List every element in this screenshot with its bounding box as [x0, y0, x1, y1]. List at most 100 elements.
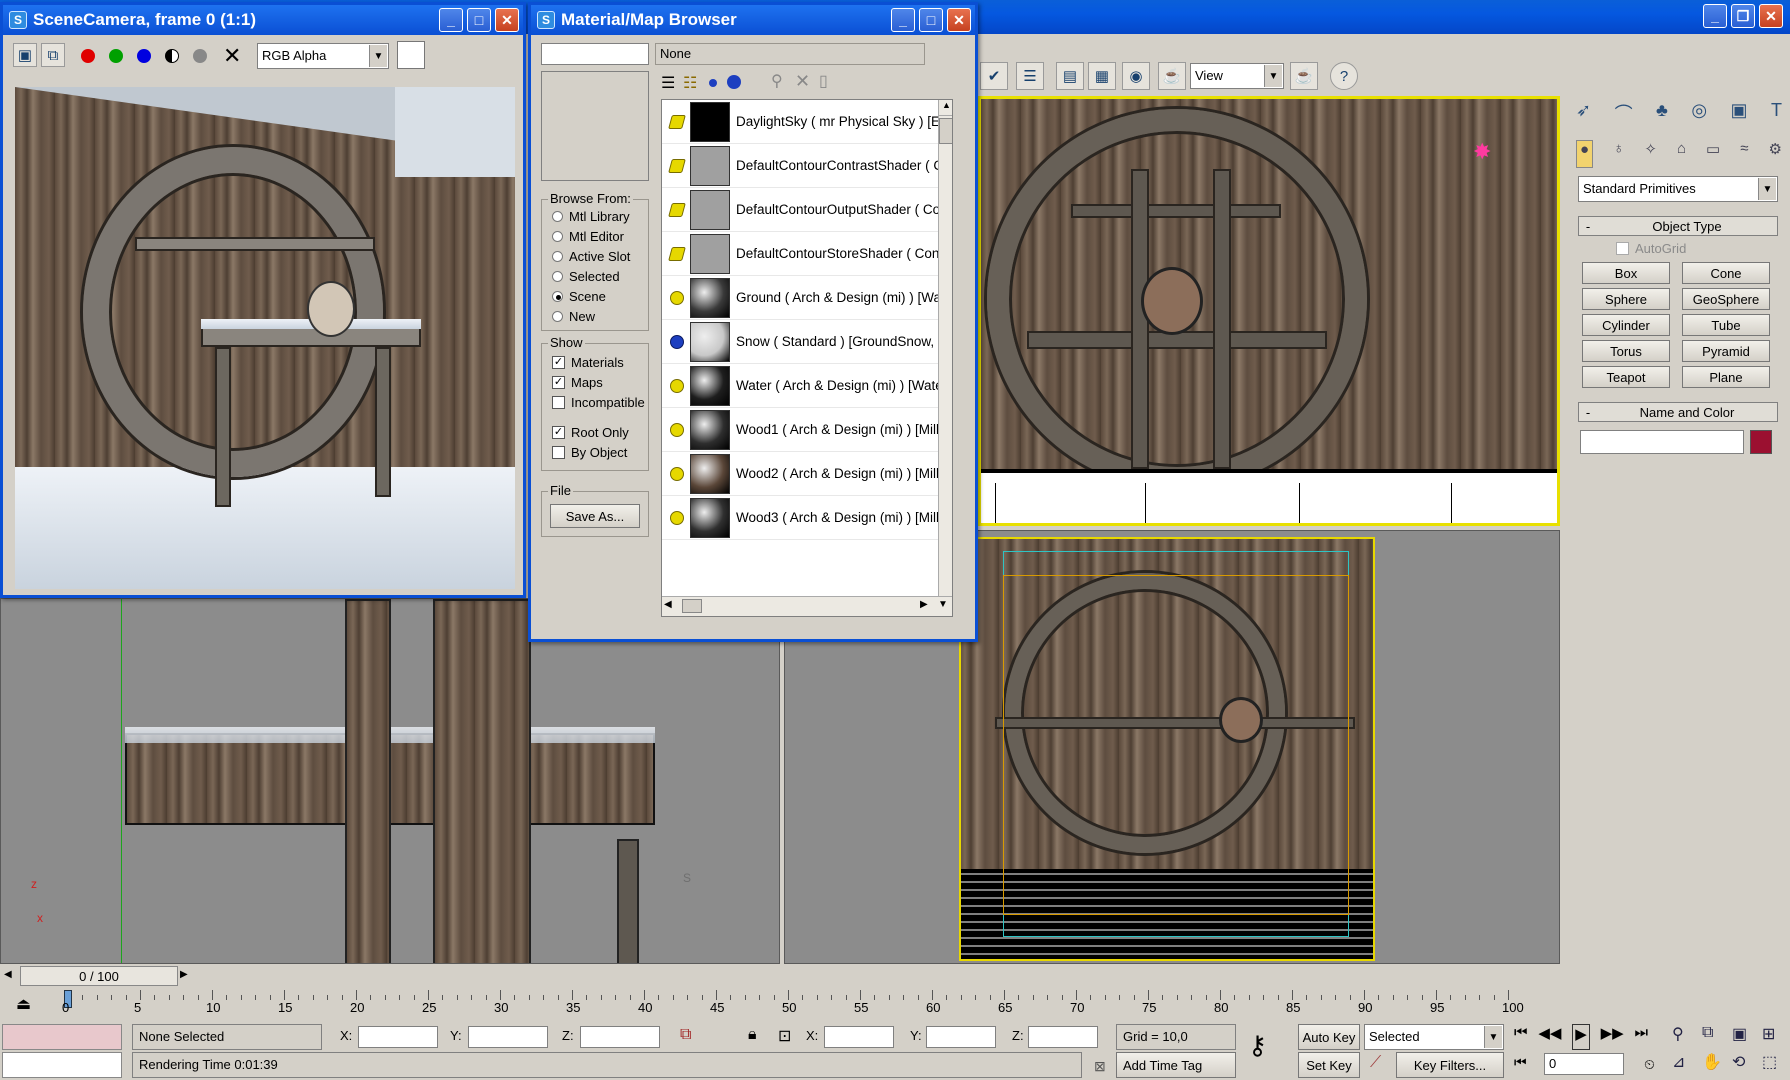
by-object-checkbox[interactable]: By Object	[552, 442, 648, 462]
render-setup-icon[interactable]: ✔	[980, 62, 1008, 90]
clear-library-icon[interactable]: ▯	[819, 71, 828, 91]
material-editor-icon[interactable]: ◉	[1122, 62, 1150, 90]
absolute-mode-icon[interactable]: ⧉	[680, 1026, 691, 1044]
primitive-plane-button[interactable]: Plane	[1682, 366, 1770, 388]
go-to-end-icon[interactable]: ⏭	[1634, 1024, 1648, 1050]
primitive-teapot-button[interactable]: Teapot	[1582, 366, 1670, 388]
save-as-button[interactable]: Save As...	[550, 504, 640, 528]
y-spinner[interactable]	[468, 1026, 548, 1048]
primitive-geosphere-button[interactable]: GeoSphere	[1682, 288, 1770, 310]
add-time-tag-button[interactable]: Add Time Tag	[1116, 1052, 1236, 1078]
time-slider-thumb[interactable]: 0 / 100	[20, 966, 178, 986]
track-bar[interactable]: ⏏ 0 5 10 15 20 25 30 35 40 45 50 55 60 65 70 75 80 85 90 95…	[0, 988, 1560, 1020]
set-key-button[interactable]: Set Key	[1298, 1052, 1360, 1078]
cameras-icon[interactable]: ⌂	[1677, 140, 1686, 168]
go-to-start-icon[interactable]: ⏮	[1514, 1024, 1528, 1050]
zoom-extents-all-icon[interactable]: ⊞	[1762, 1024, 1788, 1048]
object-name-input[interactable]	[1580, 430, 1744, 454]
x-offset-field[interactable]	[824, 1026, 894, 1048]
green-channel-icon[interactable]	[109, 49, 123, 63]
clear-icon[interactable]: ✕	[223, 43, 241, 69]
mono-channel-icon[interactable]	[193, 49, 207, 63]
maxscript-listener[interactable]	[2, 1024, 122, 1050]
minimize-button[interactable]: _	[891, 8, 915, 32]
curve-editor-icon[interactable]: ▤	[1056, 62, 1084, 90]
large-icons-icon[interactable]	[727, 75, 741, 89]
small-icons-icon[interactable]	[709, 79, 717, 87]
primitive-torus-button[interactable]: Torus	[1582, 340, 1670, 362]
viewport-front[interactable]: z x S	[0, 598, 780, 964]
channel-dropdown[interactable]: RGB Alpha ▼	[257, 43, 389, 69]
material-list-item[interactable]: Water ( Arch & Design (mi) ) [Wate	[662, 364, 943, 408]
incompatible-checkbox[interactable]: Incompatible	[552, 392, 648, 412]
primitive-tube-button[interactable]: Tube	[1682, 314, 1770, 336]
root-only-checkbox[interactable]: ✓ Root Only	[552, 422, 648, 442]
maximize-button[interactable]: □	[919, 8, 943, 32]
save-image-icon[interactable]: ▣	[13, 43, 37, 67]
orbit-icon[interactable]: ⟲	[1732, 1052, 1758, 1076]
transform-type-in-icon[interactable]: ⊡	[778, 1026, 791, 1046]
play-icon[interactable]: ▶	[1572, 1024, 1590, 1050]
name-and-color-rollout[interactable]: - Name and Color	[1578, 402, 1778, 422]
radio-active-slot[interactable]: Active Slot	[552, 246, 648, 266]
zoom-icon[interactable]: ⚲	[1672, 1024, 1698, 1048]
track-bar-icon[interactable]: ⏏	[16, 994, 31, 1014]
radio-mtl-library[interactable]: Mtl Library	[552, 206, 648, 226]
geometry-icon[interactable]: ●	[1576, 140, 1594, 168]
list-vertical-scrollbar[interactable]: ▲	[938, 100, 952, 596]
restore-button[interactable]: ❐	[1731, 4, 1755, 28]
minimize-button[interactable]: _	[1703, 4, 1727, 28]
materials-checkbox[interactable]: ✓ Materials	[552, 352, 648, 372]
autogrid-checkbox[interactable]: AutoGrid	[1616, 238, 1686, 258]
utilities-tab-icon[interactable]: T	[1771, 100, 1782, 130]
object-color-swatch[interactable]	[1750, 430, 1772, 454]
key-tangent-icon[interactable]: ⟋	[1370, 1054, 1381, 1072]
space-warps-icon[interactable]: ≈	[1740, 140, 1748, 168]
material-list-item[interactable]: Wood2 ( Arch & Design (mi) ) [MillV	[662, 452, 948, 496]
primitive-cylinder-button[interactable]: Cylinder	[1582, 314, 1670, 336]
maximize-button[interactable]: □	[467, 8, 491, 32]
display-tab-icon[interactable]: ▣	[1731, 100, 1748, 130]
lights-icon[interactable]: ✧	[1644, 140, 1657, 168]
x-spinner[interactable]	[358, 1026, 438, 1048]
close-button[interactable]: ✕	[947, 8, 971, 32]
close-button[interactable]: ✕	[1759, 4, 1783, 28]
view-list-icon[interactable]: ☰	[661, 73, 675, 93]
clone-window-icon[interactable]: ⧉	[41, 43, 65, 67]
create-tab-icon[interactable]: ➶	[1576, 100, 1591, 130]
blue-channel-icon[interactable]	[137, 49, 151, 63]
primitive-pyramid-button[interactable]: Pyramid	[1682, 340, 1770, 362]
maps-checkbox[interactable]: ✓ Maps	[552, 372, 648, 392]
auto-key-button[interactable]: Auto Key	[1298, 1024, 1360, 1050]
update-scene-icon[interactable]: ⚲	[771, 71, 783, 91]
radio-new[interactable]: New	[552, 306, 648, 326]
material-list-item[interactable]: Wood3 ( Arch & Design (mi) ) [MillF	[662, 496, 947, 540]
set-key-mode-icon[interactable]: ⚷	[1248, 1030, 1267, 1061]
red-channel-icon[interactable]	[81, 49, 95, 63]
material-list-item[interactable]: Wood1 ( Arch & Design (mi) ) [MillV	[662, 408, 948, 452]
layer-manager-icon[interactable]: ☰	[1016, 62, 1044, 90]
primitive-box-button[interactable]: Box	[1582, 262, 1670, 284]
material-list-item[interactable]: DefaultContourOutputShader ( Cor	[662, 188, 945, 232]
primitive-category-dropdown[interactable]: Standard Primitives ▼	[1578, 176, 1778, 202]
primitive-cone-button[interactable]: Cone	[1682, 262, 1770, 284]
time-configuration-icon[interactable]: ⏲	[1644, 1056, 1655, 1073]
material-list-item[interactable]: DefaultContourContrastShader ( Co	[662, 144, 951, 188]
motion-tab-icon[interactable]: ◎	[1691, 100, 1707, 130]
material-list-item[interactable]: DefaultContourStoreShader ( Conto	[662, 232, 951, 276]
view-dropdown[interactable]: View ▼	[1190, 63, 1284, 89]
schematic-view-icon[interactable]: ▦	[1088, 62, 1116, 90]
zoom-all-icon[interactable]: ⧉	[1702, 1024, 1728, 1048]
previous-frame-icon[interactable]: ◀◀	[1538, 1024, 1561, 1050]
key-mode-icon[interactable]: ⏮	[1514, 1054, 1527, 1071]
help-icon[interactable]: ?	[1330, 62, 1358, 90]
pan-icon[interactable]: ✋	[1702, 1052, 1728, 1076]
render-scene-icon[interactable]: ☕	[1158, 62, 1186, 90]
time-next-icon[interactable]: ▶	[180, 969, 188, 980]
systems-icon[interactable]: ⚙	[1768, 140, 1781, 168]
minimize-button[interactable]: _	[439, 8, 463, 32]
time-prev-icon[interactable]: ◀	[4, 969, 12, 980]
primitive-sphere-button[interactable]: Sphere	[1582, 288, 1670, 310]
object-type-rollout[interactable]: - Object Type	[1578, 216, 1778, 236]
current-frame-field[interactable]: 0	[1544, 1053, 1624, 1075]
